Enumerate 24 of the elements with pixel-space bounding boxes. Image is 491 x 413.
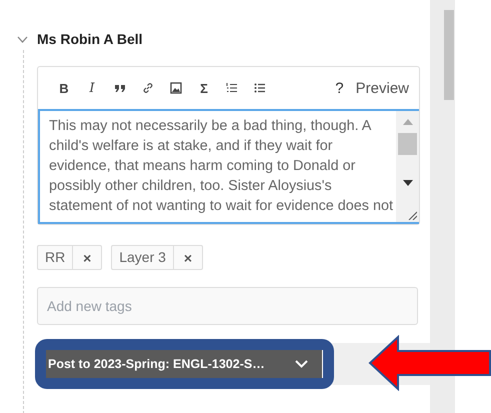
remove-tag-button[interactable]: × bbox=[174, 246, 202, 269]
image-icon bbox=[170, 82, 182, 94]
scroll-thumb[interactable] bbox=[398, 133, 417, 155]
numbered-list-icon bbox=[226, 82, 238, 94]
scrollbar-track[interactable] bbox=[430, 0, 455, 413]
tag-input-field[interactable]: Add new tags bbox=[37, 287, 418, 325]
preview-button[interactable]: Preview bbox=[356, 80, 409, 96]
quote-icon bbox=[114, 82, 126, 94]
resize-handle-icon[interactable] bbox=[407, 210, 417, 220]
chevron-down-icon[interactable] bbox=[17, 36, 28, 42]
post-dropdown-button[interactable]: Post to 2023-Spring: ENGL-1302-S… bbox=[46, 350, 323, 378]
tag-label: Layer 3 bbox=[112, 246, 174, 269]
italic-button[interactable]: I bbox=[80, 77, 104, 99]
remove-tag-button[interactable]: × bbox=[73, 246, 102, 269]
bold-button[interactable]: B bbox=[52, 77, 76, 99]
scroll-down-icon[interactable] bbox=[402, 180, 412, 186]
bullet-list-icon bbox=[254, 82, 266, 94]
formula-button[interactable]: Σ bbox=[192, 77, 216, 99]
author-name: Ms Robin A Bell bbox=[37, 31, 143, 47]
link-icon bbox=[142, 82, 154, 94]
tag-label: RR bbox=[38, 246, 74, 269]
chevron-down-icon bbox=[294, 360, 308, 368]
help-button[interactable]: ? bbox=[327, 80, 352, 96]
scrollbar-thumb[interactable] bbox=[444, 10, 454, 100]
